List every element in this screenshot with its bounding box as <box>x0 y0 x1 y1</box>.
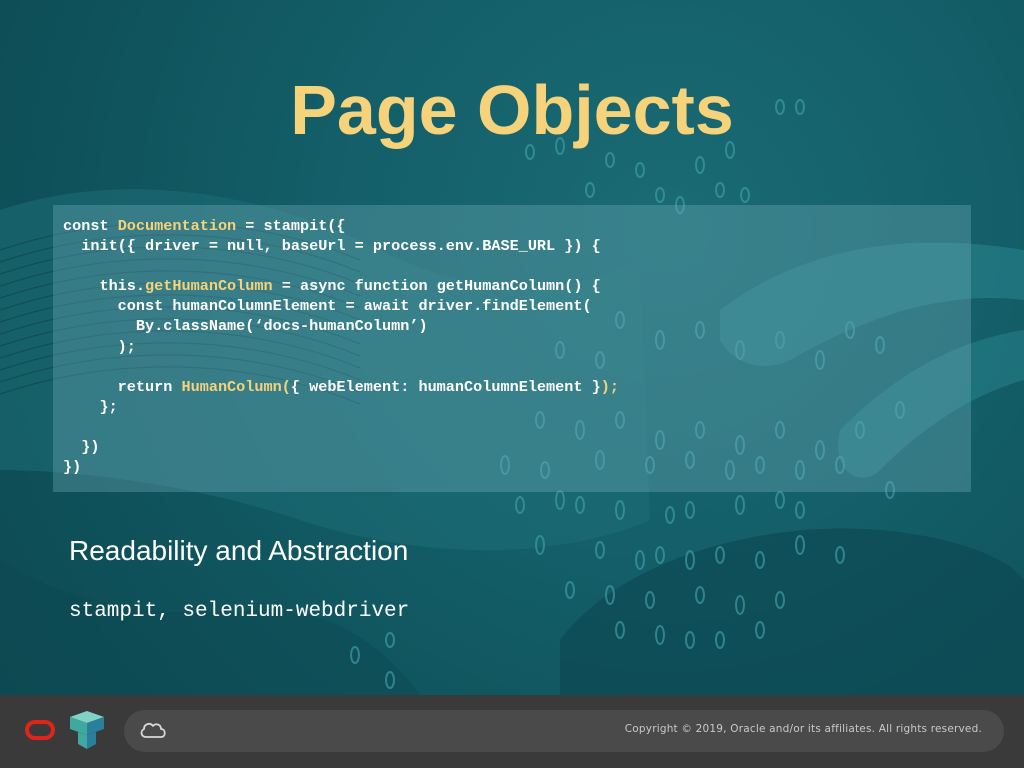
code-token-highlight: HumanColumn( <box>181 377 291 396</box>
code-token: }) <box>63 458 82 477</box>
code-token: init({ driver = null, baseUrl = process.… <box>63 237 601 256</box>
oracle-logo-icon <box>25 720 55 740</box>
code-line: const humanColumnElement = await driver.… <box>63 297 592 315</box>
slide-subtitle: Readability and Abstraction <box>69 535 409 566</box>
slide-title: Page Objects <box>290 71 734 149</box>
code-token-highlight: Documentation <box>117 217 237 235</box>
libraries-text: stampit, selenium-webdriver <box>69 600 410 623</box>
code-line: }) <box>63 438 99 456</box>
cube-logo-icon <box>70 711 104 749</box>
code-token: const <box>63 217 118 235</box>
code-line: return HumanColumn({ webElement: humanCo… <box>63 378 619 396</box>
code-token: ); <box>63 337 136 356</box>
code-line: }; <box>63 397 118 416</box>
code-token: const humanColumnElement = await driver.… <box>63 297 592 316</box>
code-block: const Documentation = stampit({ init({ d… <box>53 205 971 492</box>
code-line: ); <box>63 338 136 356</box>
code-token-highlight: ); <box>600 377 619 396</box>
code-token: }) <box>63 438 100 457</box>
code-token: By.className(‘docs-humanColumn’) <box>63 317 428 336</box>
code-line: }) <box>63 458 81 476</box>
code-token: }; <box>63 397 118 416</box>
copyright-text: Copyright © 2019, Oracle and/or its affi… <box>624 723 982 735</box>
footer-pill: Copyright © 2019, Oracle and/or its affi… <box>124 710 1004 752</box>
code-token: this. <box>63 277 146 296</box>
code-token-highlight: getHumanColumn <box>145 277 273 296</box>
code-line: By.className(‘docs-humanColumn’) <box>63 317 428 335</box>
code-text: const Documentation = stampit({ init({ d… <box>63 216 619 477</box>
footer-bar: Copyright © 2019, Oracle and/or its affi… <box>0 695 1024 768</box>
code-line: init({ driver = null, baseUrl = process.… <box>63 237 601 255</box>
code-token: = stampit({ <box>236 217 346 235</box>
cloud-icon <box>140 722 166 738</box>
code-line: const Documentation = stampit({ <box>63 217 346 235</box>
code-line: this.getHumanColumn = async function get… <box>63 277 601 296</box>
code-token: return <box>63 377 182 396</box>
code-token: = async function getHumanColumn() { <box>272 277 601 296</box>
code-token: { webElement: humanColumnElement } <box>290 377 601 396</box>
